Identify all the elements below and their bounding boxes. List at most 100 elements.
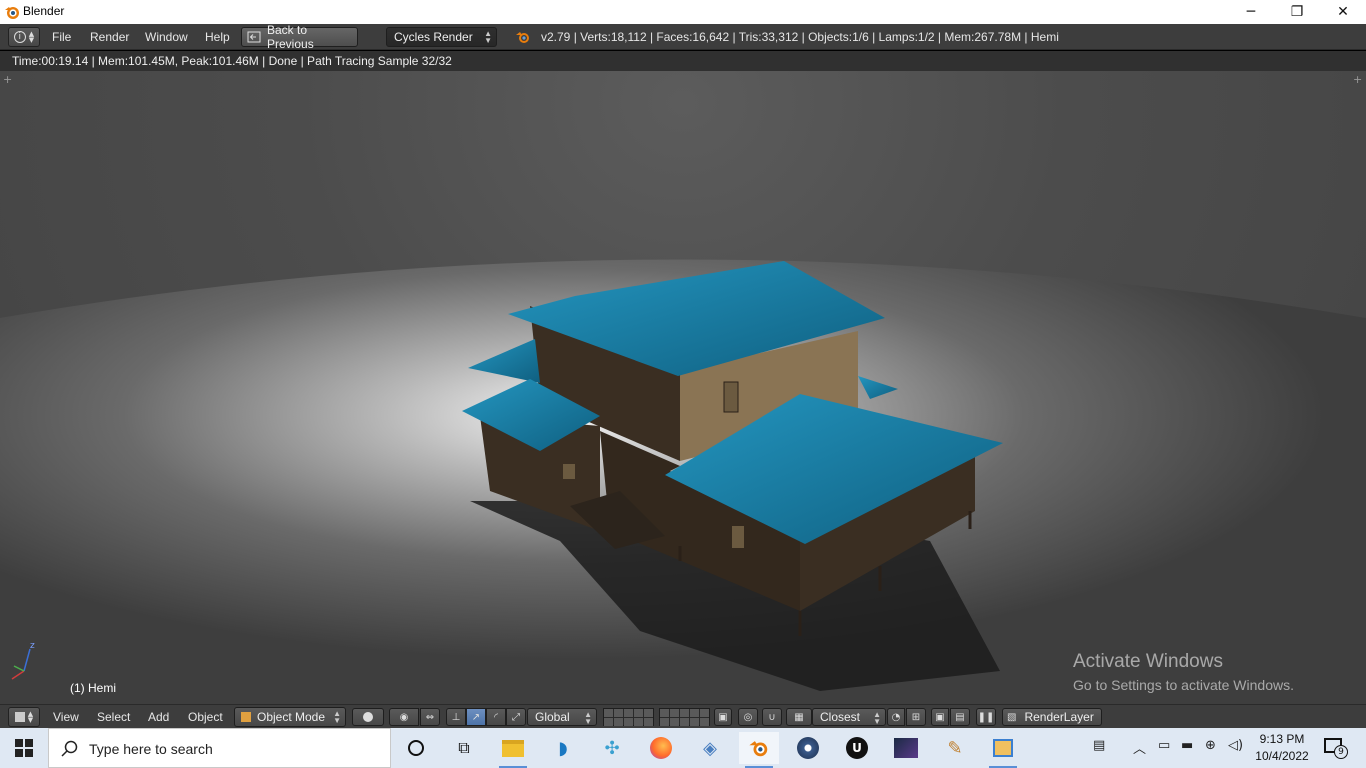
orientation-value: Global bbox=[535, 710, 570, 724]
editor-type-button[interactable]: i ▲ ▼ bbox=[8, 27, 40, 47]
clock-date: 10/4/2022 bbox=[1255, 749, 1309, 763]
volume-icon[interactable]: ◁) bbox=[1228, 738, 1243, 753]
menu-help[interactable]: Help bbox=[205, 30, 230, 44]
activate-windows-watermark: Activate Windows Go to Settings to activ… bbox=[1073, 651, 1294, 693]
minimize-button[interactable]: ─ bbox=[1228, 0, 1274, 24]
photos-app-icon bbox=[894, 738, 918, 758]
video-app-icon bbox=[993, 739, 1013, 757]
transform-orientation-select[interactable]: Global ▲ ▼ bbox=[527, 708, 597, 726]
window-lower-left bbox=[563, 464, 575, 479]
cube-icon bbox=[14, 712, 25, 722]
battery-icon[interactable]: ▬ bbox=[1181, 738, 1193, 753]
blender-logo-icon bbox=[516, 32, 529, 43]
task-view-icon: ⧉ bbox=[458, 738, 470, 757]
render-engine-value: Cycles Render bbox=[394, 30, 473, 44]
taskbar-firefox[interactable] bbox=[641, 732, 681, 764]
snap-project-toggle[interactable]: ⊞ bbox=[906, 708, 926, 726]
taskbar-unreal[interactable]: U bbox=[837, 732, 877, 764]
pause-icon: ❚❚ bbox=[977, 711, 995, 723]
file-explorer-icon bbox=[502, 739, 524, 757]
menu-view[interactable]: View bbox=[53, 710, 79, 724]
minimize-icon: ─ bbox=[1246, 4, 1256, 20]
menu-add[interactable]: Add bbox=[148, 710, 169, 724]
mode-select[interactable]: Object Mode ▲ ▼ bbox=[234, 707, 346, 727]
blender-icon bbox=[749, 741, 768, 757]
proportional-icon: ◎ bbox=[743, 711, 753, 723]
pause-button[interactable]: ❚❚ bbox=[976, 708, 996, 726]
taskbar-dolphin-app[interactable]: ◗ bbox=[543, 732, 583, 764]
taskbar-photos-app[interactable] bbox=[886, 732, 926, 764]
close-button[interactable]: ✕ bbox=[1320, 0, 1366, 24]
notification-center-button[interactable]: 9 bbox=[1322, 736, 1352, 760]
translate-tool[interactable]: ↗ bbox=[466, 708, 486, 726]
meet-now-icon[interactable]: ▭ bbox=[1158, 738, 1170, 753]
manipulator-axes-toggle[interactable]: ⊥ bbox=[446, 708, 466, 726]
media-app-icon bbox=[797, 737, 819, 759]
taskbar-paint[interactable]: ✎ bbox=[935, 732, 975, 764]
rotate-tool[interactable]: ◜ bbox=[486, 708, 506, 726]
menu-render[interactable]: Render bbox=[90, 30, 129, 44]
menu-object[interactable]: Object bbox=[188, 710, 223, 724]
menu-select[interactable]: Select bbox=[97, 710, 130, 724]
taskbar-clock[interactable]: 9:13 PM 10/4/2022 bbox=[1252, 731, 1312, 765]
snap-target-select[interactable]: Closest ▲ ▼ bbox=[812, 708, 886, 726]
task-view-button[interactable]: ⧉ bbox=[444, 732, 484, 764]
region-expand-icon[interactable]: + bbox=[1353, 73, 1362, 86]
manipulator-icon: ⇔ bbox=[425, 711, 435, 723]
taskbar-settings-app[interactable]: ◈ bbox=[690, 732, 730, 764]
maximize-button[interactable]: ❐ bbox=[1274, 0, 1320, 24]
window-title: Blender bbox=[23, 4, 65, 18]
3d-view-header: ▲ ▼ View Select Add Object Object Mode ▲ ▼… bbox=[0, 704, 1366, 728]
pivot-point-select[interactable]: ◉ bbox=[389, 708, 419, 726]
network-app-icon: ✣ bbox=[604, 737, 620, 759]
network-globe-icon[interactable]: ⊕ bbox=[1205, 738, 1216, 753]
render-layer-select[interactable]: ▧ RenderLayer bbox=[1002, 708, 1102, 726]
chevron-updown-icon: ▲ ▼ bbox=[873, 710, 881, 726]
taskbar-blender[interactable] bbox=[739, 732, 779, 768]
opengl-render-button[interactable]: ▣ bbox=[931, 708, 949, 726]
taskbar-media-app[interactable] bbox=[788, 732, 828, 764]
back-to-previous-button[interactable]: Back to Previous bbox=[241, 23, 358, 51]
cortana-icon bbox=[408, 740, 424, 756]
chevron-updown-icon: ▲ ▼ bbox=[27, 710, 34, 724]
taskbar-search-box[interactable]: Type here to search bbox=[48, 728, 391, 768]
scale-tool[interactable]: ⤢ bbox=[506, 708, 526, 726]
start-button[interactable] bbox=[0, 728, 48, 768]
render-engine-select[interactable]: Cycles Render ▲ ▼ bbox=[386, 27, 497, 47]
proportional-edit-button[interactable]: ◎ bbox=[738, 708, 758, 726]
axes-icon: ⊥ bbox=[451, 711, 461, 723]
news-icon[interactable]: ▤ bbox=[1093, 738, 1105, 753]
chevron-updown-icon: ▲ ▼ bbox=[333, 709, 341, 725]
taskbar-video-app[interactable] bbox=[983, 732, 1023, 768]
chevron-up-icon[interactable]: ︿ bbox=[1133, 738, 1146, 757]
activate-line-1: Activate Windows bbox=[1073, 651, 1223, 672]
scene-layers-2[interactable] bbox=[659, 708, 710, 726]
manipulator-toggle[interactable]: ⇔ bbox=[420, 708, 440, 726]
snap-element-select[interactable]: ▦ bbox=[786, 708, 812, 726]
search-icon bbox=[61, 740, 78, 757]
taskbar-network-app[interactable]: ✣ bbox=[592, 732, 632, 764]
firefox-icon bbox=[650, 737, 672, 759]
chevron-updown-icon: ▲ ▼ bbox=[484, 29, 492, 45]
cortana-button[interactable] bbox=[396, 732, 436, 764]
chevron-updown-icon: ▲ ▼ bbox=[28, 30, 35, 44]
scene-layers-1[interactable] bbox=[603, 708, 654, 726]
lock-layers-button[interactable]: ▣ bbox=[714, 708, 732, 726]
snap-toggle[interactable]: ∪ bbox=[762, 708, 782, 726]
menu-file[interactable]: File bbox=[52, 30, 71, 44]
align-rotation-toggle[interactable]: ◔ bbox=[887, 708, 905, 726]
settings-app-icon: ◈ bbox=[703, 737, 717, 759]
menu-window[interactable]: Window bbox=[145, 30, 188, 44]
opengl-animation-button[interactable]: ▤ bbox=[950, 708, 970, 726]
translate-arrow-icon: ↗ bbox=[471, 711, 481, 723]
scale-icon: ⤢ bbox=[512, 711, 520, 723]
paint-icon: ✎ bbox=[947, 737, 963, 759]
editor-type-button[interactable]: ▲ ▼ bbox=[8, 707, 40, 727]
render-status-text: Time:00:19.14 | Mem:101.45M, Peak:101.46… bbox=[12, 54, 452, 68]
viewport-shading-select[interactable] bbox=[352, 708, 384, 726]
region-expand-icon[interactable]: + bbox=[3, 73, 12, 86]
taskbar-file-explorer[interactable] bbox=[493, 732, 533, 768]
lock-icon: ▣ bbox=[718, 711, 728, 723]
window-lower bbox=[732, 526, 744, 548]
3d-viewport[interactable]: + + z (1) Hemi Activate Windows Go to Se… bbox=[0, 71, 1366, 704]
